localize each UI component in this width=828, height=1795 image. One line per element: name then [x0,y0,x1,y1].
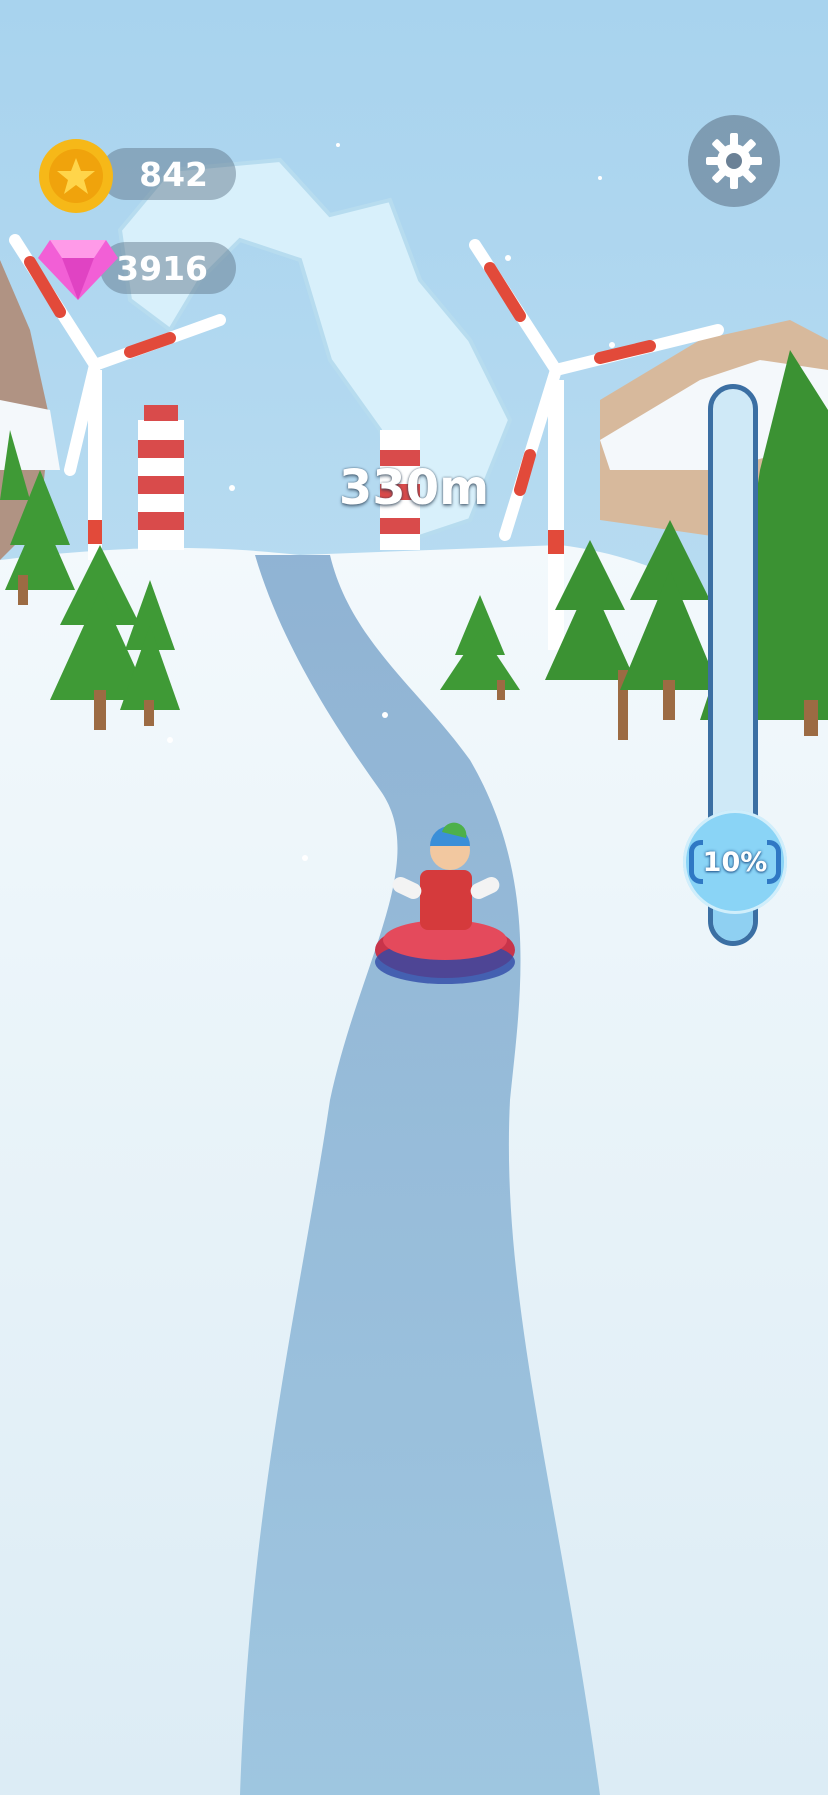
bracket-left-icon [689,840,703,884]
distance-label: 330m [338,460,490,516]
star-coin-icon [39,139,113,213]
gem-count: 3916 [116,248,208,288]
coin-count: 842 [139,154,208,194]
lighthouse-left [138,405,184,550]
pink-gem-icon [38,240,118,300]
coin-counter: 842 [100,148,236,200]
gear-icon [706,133,762,189]
settings-button[interactable] [688,115,780,207]
bracket-right-icon [767,840,781,884]
gem-counter: 3916 [100,242,236,294]
progress-percent: 10% [702,846,768,878]
progress-knob: 10% [683,810,787,914]
